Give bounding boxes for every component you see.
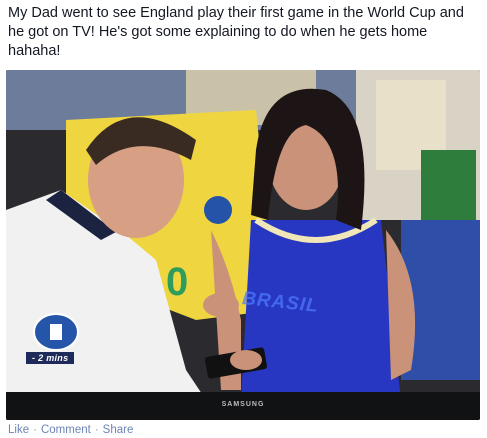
separator: ·: [94, 424, 99, 436]
svg-text:0: 0: [166, 260, 188, 304]
like-link[interactable]: Like: [8, 424, 29, 436]
broadcast-time-label: - 2 mins: [26, 352, 75, 364]
post-actions: Like · Comment · Share: [8, 424, 133, 436]
comment-link[interactable]: Comment: [41, 424, 91, 436]
tv-brand-label: SAMSUNG: [221, 401, 265, 408]
post-text: My Dad went to see England play their fi…: [8, 5, 464, 59]
post-photo[interactable]: 0 - 2 mins BRASIL SAMSUNG: [6, 70, 480, 420]
share-link[interactable]: Share: [103, 424, 134, 436]
separator: ·: [33, 424, 37, 436]
tv-photo-illustration: 0: [6, 70, 480, 420]
